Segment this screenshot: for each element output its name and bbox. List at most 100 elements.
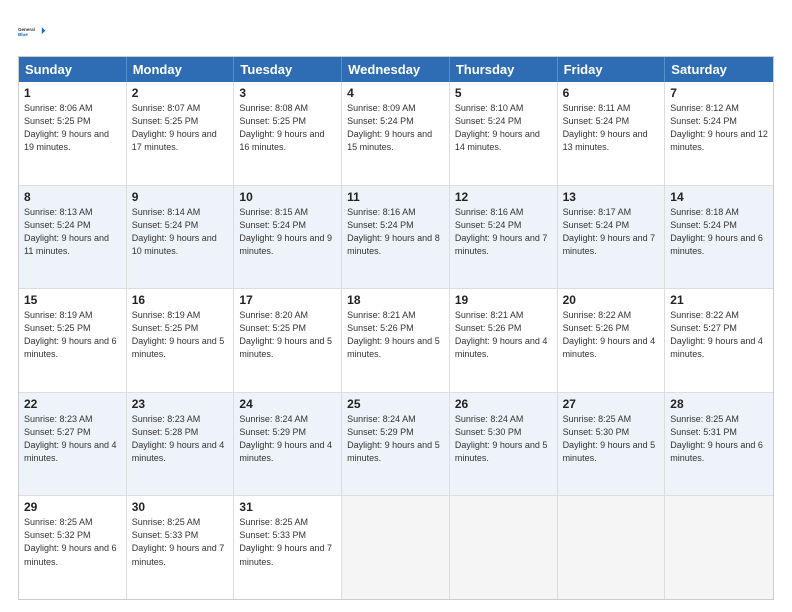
- calendar-cell: [450, 496, 558, 599]
- cell-info: Sunrise: 8:20 AMSunset: 5:25 PMDaylight:…: [239, 309, 336, 361]
- calendar-cell: 1 Sunrise: 8:06 AMSunset: 5:25 PMDaylight…: [19, 82, 127, 185]
- day-number: 23: [132, 397, 229, 411]
- cell-info: Sunrise: 8:17 AMSunset: 5:24 PMDaylight:…: [563, 206, 660, 258]
- day-number: 3: [239, 86, 336, 100]
- cell-info: Sunrise: 8:23 AMSunset: 5:27 PMDaylight:…: [24, 413, 121, 465]
- day-number: 7: [670, 86, 768, 100]
- logo: General Blue: [18, 18, 46, 46]
- cell-info: Sunrise: 8:19 AMSunset: 5:25 PMDaylight:…: [132, 309, 229, 361]
- cell-info: Sunrise: 8:12 AMSunset: 5:24 PMDaylight:…: [670, 102, 768, 154]
- calendar-body: 1 Sunrise: 8:06 AMSunset: 5:25 PMDaylight…: [19, 82, 773, 599]
- cell-info: Sunrise: 8:09 AMSunset: 5:24 PMDaylight:…: [347, 102, 444, 154]
- day-number: 4: [347, 86, 444, 100]
- weekday-header: Sunday: [19, 57, 127, 82]
- calendar-row: 1 Sunrise: 8:06 AMSunset: 5:25 PMDaylight…: [19, 82, 773, 185]
- calendar-cell: 16Sunrise: 8:19 AMSunset: 5:25 PMDayligh…: [127, 289, 235, 392]
- calendar-cell: 12 Sunrise: 8:16 AMSunset: 5:24 PMDayligh…: [450, 186, 558, 289]
- calendar-cell: 22 Sunrise: 8:23 AMSunset: 5:27 PMDayligh…: [19, 393, 127, 496]
- cell-info: Sunrise: 8:24 AMSunset: 5:29 PMDaylight:…: [239, 413, 336, 465]
- calendar-cell: 29Sunrise: 8:25 AMSunset: 5:32 PMDayligh…: [19, 496, 127, 599]
- calendar-cell: 6Sunrise: 8:11 AMSunset: 5:24 PMDaylight…: [558, 82, 666, 185]
- day-number: 11: [347, 190, 444, 204]
- calendar-cell: 14Sunrise: 8:18 AMSunset: 5:24 PMDayligh…: [665, 186, 773, 289]
- calendar-cell: 7 Sunrise: 8:12 AMSunset: 5:24 PMDaylight…: [665, 82, 773, 185]
- calendar-cell: 11Sunrise: 8:16 AMSunset: 5:24 PMDayligh…: [342, 186, 450, 289]
- day-number: 21: [670, 293, 768, 307]
- calendar-cell: 18Sunrise: 8:21 AMSunset: 5:26 PMDayligh…: [342, 289, 450, 392]
- day-number: 22: [24, 397, 121, 411]
- cell-info: Sunrise: 8:08 AMSunset: 5:25 PMDaylight:…: [239, 102, 336, 154]
- day-number: 26: [455, 397, 552, 411]
- day-number: 2: [132, 86, 229, 100]
- day-number: 24: [239, 397, 336, 411]
- calendar-cell: 5 Sunrise: 8:10 AMSunset: 5:24 PMDaylight…: [450, 82, 558, 185]
- calendar-cell: 24 Sunrise: 8:24 AMSunset: 5:29 PMDayligh…: [234, 393, 342, 496]
- cell-info: Sunrise: 8:21 AMSunset: 5:26 PMDaylight:…: [347, 309, 444, 361]
- weekday-header: Friday: [558, 57, 666, 82]
- calendar-cell: 3 Sunrise: 8:08 AMSunset: 5:25 PMDaylight…: [234, 82, 342, 185]
- weekday-header: Saturday: [665, 57, 773, 82]
- calendar-cell: 2 Sunrise: 8:07 AMSunset: 5:25 PMDaylight…: [127, 82, 235, 185]
- calendar-row: 15Sunrise: 8:19 AMSunset: 5:25 PMDayligh…: [19, 288, 773, 392]
- cell-info: Sunrise: 8:25 AMSunset: 5:33 PMDaylight:…: [132, 516, 229, 568]
- weekday-header: Monday: [127, 57, 235, 82]
- calendar-cell: 19 Sunrise: 8:21 AMSunset: 5:26 PMDayligh…: [450, 289, 558, 392]
- cell-info: Sunrise: 8:23 AMSunset: 5:28 PMDaylight:…: [132, 413, 229, 465]
- calendar-cell: 21Sunrise: 8:22 AMSunset: 5:27 PMDayligh…: [665, 289, 773, 392]
- cell-info: Sunrise: 8:06 AMSunset: 5:25 PMDaylight:…: [24, 102, 121, 154]
- cell-info: Sunrise: 8:14 AMSunset: 5:24 PMDaylight:…: [132, 206, 229, 258]
- calendar-cell: 13 Sunrise: 8:17 AMSunset: 5:24 PMDayligh…: [558, 186, 666, 289]
- calendar-header: SundayMondayTuesdayWednesdayThursdayFrid…: [19, 57, 773, 82]
- calendar-cell: 30 Sunrise: 8:25 AMSunset: 5:33 PMDayligh…: [127, 496, 235, 599]
- day-number: 5: [455, 86, 552, 100]
- calendar-cell: 28Sunrise: 8:25 AMSunset: 5:31 PMDayligh…: [665, 393, 773, 496]
- day-number: 9: [132, 190, 229, 204]
- day-number: 27: [563, 397, 660, 411]
- calendar-cell: 17 Sunrise: 8:20 AMSunset: 5:25 PMDayligh…: [234, 289, 342, 392]
- day-number: 30: [132, 500, 229, 514]
- day-number: 20: [563, 293, 660, 307]
- calendar-page: General Blue SundayMondayTuesdayWednesda…: [0, 0, 792, 612]
- calendar-row: 8 Sunrise: 8:13 AMSunset: 5:24 PMDaylight…: [19, 185, 773, 289]
- cell-info: Sunrise: 8:07 AMSunset: 5:25 PMDaylight:…: [132, 102, 229, 154]
- day-number: 14: [670, 190, 768, 204]
- calendar-cell: 31 Sunrise: 8:25 AMSunset: 5:33 PMDayligh…: [234, 496, 342, 599]
- svg-text:General: General: [18, 27, 35, 32]
- calendar-cell: 27 Sunrise: 8:25 AMSunset: 5:30 PMDayligh…: [558, 393, 666, 496]
- calendar-cell: 15Sunrise: 8:19 AMSunset: 5:25 PMDayligh…: [19, 289, 127, 392]
- calendar-cell: 20Sunrise: 8:22 AMSunset: 5:26 PMDayligh…: [558, 289, 666, 392]
- day-number: 12: [455, 190, 552, 204]
- calendar-row: 22 Sunrise: 8:23 AMSunset: 5:27 PMDayligh…: [19, 392, 773, 496]
- page-header: General Blue: [18, 18, 774, 46]
- calendar-cell: 4 Sunrise: 8:09 AMSunset: 5:24 PMDaylight…: [342, 82, 450, 185]
- day-number: 31: [239, 500, 336, 514]
- day-number: 17: [239, 293, 336, 307]
- calendar: SundayMondayTuesdayWednesdayThursdayFrid…: [18, 56, 774, 600]
- cell-info: Sunrise: 8:16 AMSunset: 5:24 PMDaylight:…: [455, 206, 552, 258]
- cell-info: Sunrise: 8:19 AMSunset: 5:25 PMDaylight:…: [24, 309, 121, 361]
- day-number: 29: [24, 500, 121, 514]
- day-number: 13: [563, 190, 660, 204]
- day-number: 8: [24, 190, 121, 204]
- cell-info: Sunrise: 8:15 AMSunset: 5:24 PMDaylight:…: [239, 206, 336, 258]
- calendar-cell: [558, 496, 666, 599]
- cell-info: Sunrise: 8:11 AMSunset: 5:24 PMDaylight:…: [563, 102, 660, 154]
- calendar-cell: 8 Sunrise: 8:13 AMSunset: 5:24 PMDaylight…: [19, 186, 127, 289]
- day-number: 1: [24, 86, 121, 100]
- svg-text:Blue: Blue: [18, 32, 28, 37]
- cell-info: Sunrise: 8:13 AMSunset: 5:24 PMDaylight:…: [24, 206, 121, 258]
- day-number: 25: [347, 397, 444, 411]
- cell-info: Sunrise: 8:25 AMSunset: 5:30 PMDaylight:…: [563, 413, 660, 465]
- weekday-header: Tuesday: [234, 57, 342, 82]
- cell-info: Sunrise: 8:24 AMSunset: 5:29 PMDaylight:…: [347, 413, 444, 465]
- cell-info: Sunrise: 8:21 AMSunset: 5:26 PMDaylight:…: [455, 309, 552, 361]
- calendar-cell: 25 Sunrise: 8:24 AMSunset: 5:29 PMDayligh…: [342, 393, 450, 496]
- cell-info: Sunrise: 8:25 AMSunset: 5:33 PMDaylight:…: [239, 516, 336, 568]
- calendar-row: 29Sunrise: 8:25 AMSunset: 5:32 PMDayligh…: [19, 495, 773, 599]
- cell-info: Sunrise: 8:24 AMSunset: 5:30 PMDaylight:…: [455, 413, 552, 465]
- day-number: 10: [239, 190, 336, 204]
- cell-info: Sunrise: 8:10 AMSunset: 5:24 PMDaylight:…: [455, 102, 552, 154]
- day-number: 19: [455, 293, 552, 307]
- cell-info: Sunrise: 8:25 AMSunset: 5:31 PMDaylight:…: [670, 413, 768, 465]
- calendar-cell: [342, 496, 450, 599]
